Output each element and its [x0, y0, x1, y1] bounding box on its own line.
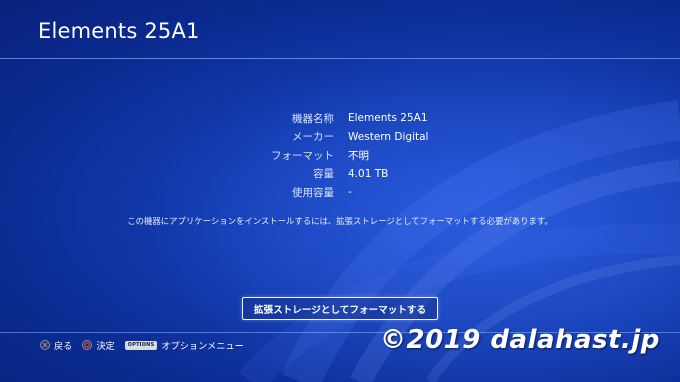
- cross-button-icon: [40, 340, 50, 350]
- info-row-manufacturer: メーカー Western Digital: [200, 128, 520, 147]
- device-info-list: 機器名称 Elements 25A1 メーカー Western Digital …: [200, 109, 520, 202]
- format-as-extended-storage-button[interactable]: 拡張ストレージとしてフォーマットする: [242, 297, 438, 320]
- hint-back-label: 戻る: [54, 341, 73, 352]
- info-label: 容量: [313, 168, 334, 181]
- controller-hints: 戻る 決定 OPTIONS オプションメニュー: [40, 338, 254, 352]
- info-value: 4.01 TB: [348, 167, 389, 180]
- hint-confirm[interactable]: 決定: [82, 338, 115, 352]
- info-label: 機器名称: [292, 112, 334, 125]
- copyright-watermark: ©2019 dalahast.jp: [380, 325, 660, 355]
- format-notice: この機器にアプリケーションをインストールするには、拡張ストレージとしてフォーマッ…: [127, 216, 553, 226]
- info-value: Elements 25A1: [348, 112, 428, 125]
- hint-options-label: オプションメニュー: [161, 341, 244, 352]
- info-value: -: [348, 186, 352, 199]
- info-row-used-capacity: 使用容量 -: [200, 183, 520, 202]
- info-row-capacity: 容量 4.01 TB: [200, 165, 520, 184]
- info-label: メーカー: [292, 131, 334, 144]
- circle-button-icon: [82, 340, 93, 350]
- page-title: Elements 25A1: [38, 19, 200, 43]
- hint-back[interactable]: 戻る: [40, 338, 72, 352]
- hint-confirm-label: 決定: [96, 341, 115, 352]
- info-row-format: フォーマット 不明: [200, 146, 520, 165]
- hint-options[interactable]: OPTIONS オプションメニュー: [124, 338, 244, 352]
- info-value: Western Digital: [348, 130, 429, 143]
- title-divider: [0, 58, 680, 59]
- info-value: 不明: [348, 149, 369, 162]
- info-row-device-name: 機器名称 Elements 25A1: [200, 109, 520, 128]
- options-button-icon: OPTIONS: [124, 340, 158, 350]
- info-label: フォーマット: [271, 149, 334, 162]
- info-label: 使用容量: [292, 186, 334, 199]
